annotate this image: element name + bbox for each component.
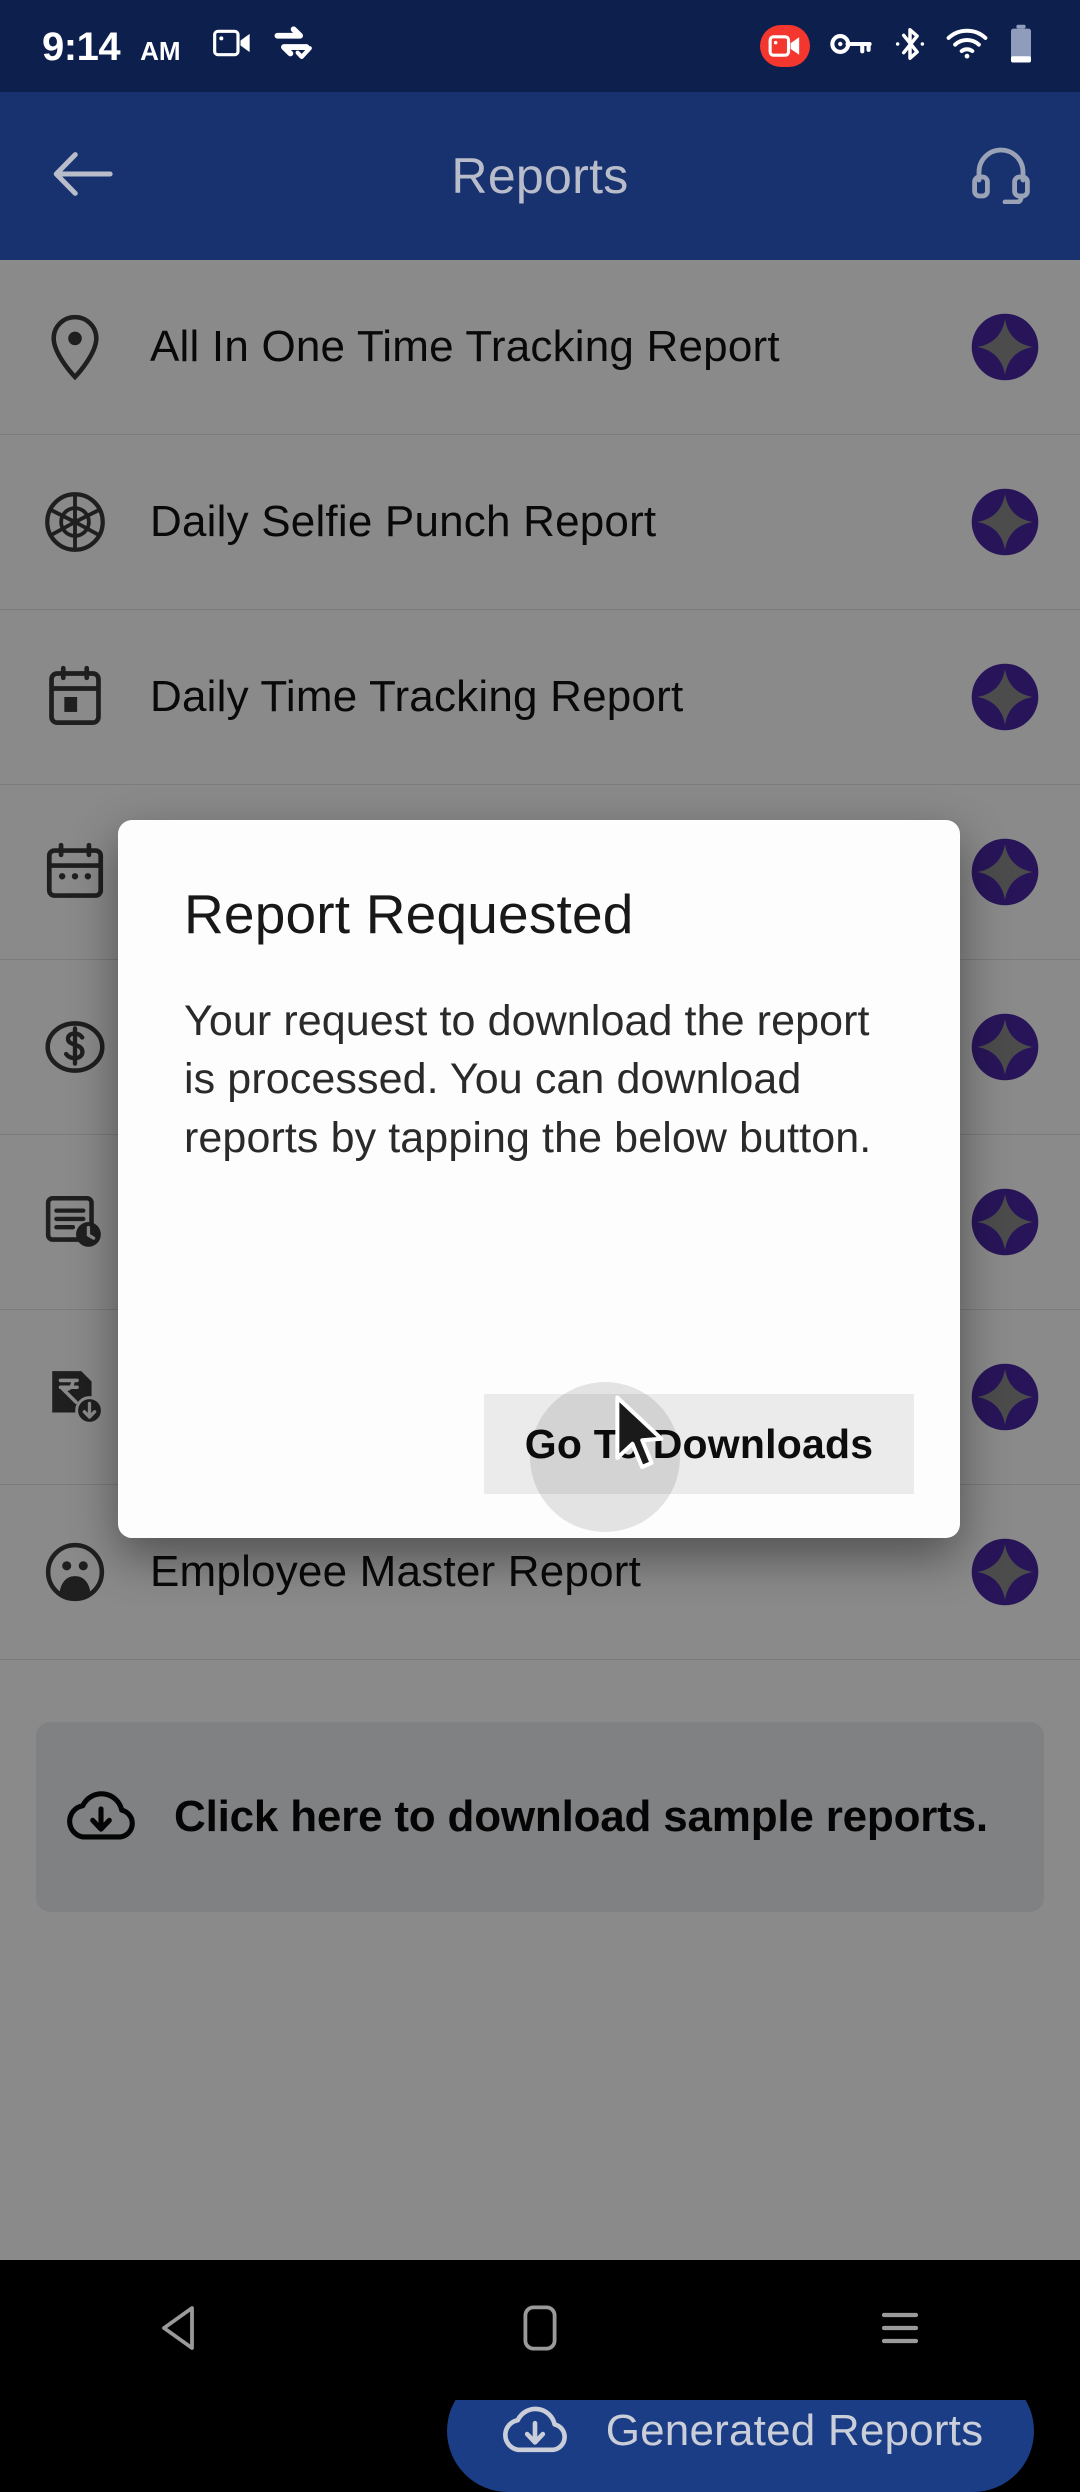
bluetooth-icon: [894, 25, 926, 68]
status-bar: 9:14 AM: [0, 0, 1080, 92]
mouse-cursor: [612, 1395, 668, 1473]
status-bar-clock: 9:14: [42, 25, 121, 69]
nav-home-button[interactable]: [460, 2280, 620, 2380]
go-to-downloads-label: Go To Downloads: [524, 1420, 874, 1467]
arrow-left-icon: [52, 148, 114, 205]
home-rounded-square-icon: [523, 2305, 557, 2356]
android-nav-bar: [0, 2260, 1080, 2400]
dialog-title: Report Requested: [184, 883, 634, 945]
screen-record-badge-icon: [760, 25, 810, 67]
status-bar-ampm: AM: [140, 36, 181, 66]
support-button[interactable]: [964, 139, 1038, 213]
battery-icon: [1008, 24, 1034, 69]
video-camera-icon: [212, 26, 253, 65]
nav-back-button[interactable]: [100, 2280, 260, 2380]
status-bar-notification-icons: [212, 25, 313, 66]
page-title: Reports: [451, 148, 629, 204]
vpn-key-icon: [830, 30, 874, 63]
report-requested-dialog: Report Requested Your request to downloa…: [118, 820, 960, 1538]
dialog-message: Your request to download the report is p…: [184, 997, 872, 1162]
phone-screen: 9:14 AM Reports All In One Time Tracking…: [0, 0, 1080, 2492]
triangle-back-icon: [158, 2305, 202, 2356]
sync-check-icon: [271, 25, 313, 66]
headset-icon: [971, 144, 1031, 209]
cloud-download-icon: [498, 2399, 572, 2464]
back-button[interactable]: [46, 139, 120, 213]
dialog-actions: Go To Downloads: [184, 1382, 914, 1532]
hamburger-recents-icon: [878, 2306, 922, 2355]
go-to-downloads-button[interactable]: Go To Downloads: [484, 1382, 914, 1532]
status-bar-right: [760, 24, 1080, 69]
app-bar: Reports: [0, 92, 1080, 260]
generated-reports-label: Generated Reports: [605, 2406, 984, 2455]
nav-recents-button[interactable]: [820, 2280, 980, 2380]
status-bar-left: 9:14 AM: [0, 25, 313, 67]
wifi-icon: [946, 28, 988, 65]
